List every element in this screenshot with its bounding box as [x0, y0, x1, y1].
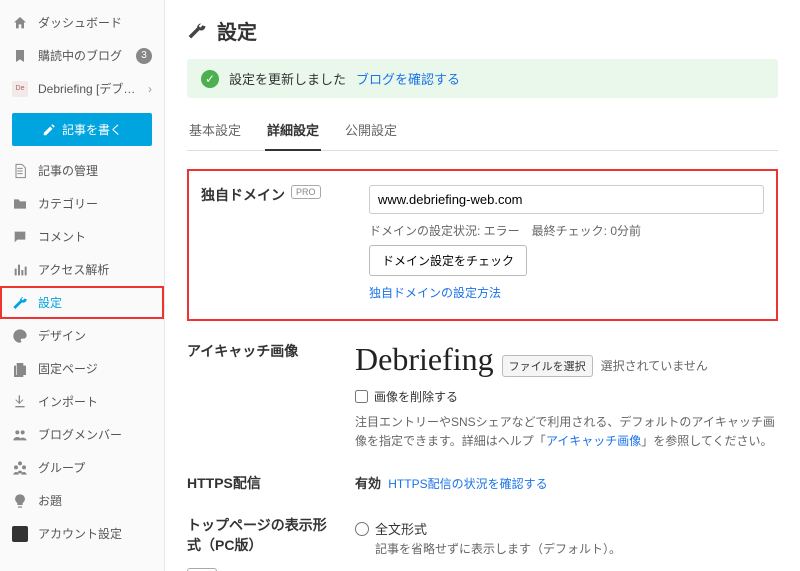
sidebar-item-manage[interactable]: 記事の管理 — [0, 154, 164, 187]
tabs: 基本設定 詳細設定 公開設定 — [187, 112, 778, 151]
wrench-icon — [12, 295, 28, 311]
alert-link[interactable]: ブログを確認する — [356, 69, 460, 88]
bookmark-icon — [12, 48, 28, 64]
lightbulb-icon — [12, 493, 28, 509]
sidebar-label: 購読中のブログ — [38, 47, 126, 64]
edit-icon — [42, 123, 56, 137]
eyecatch-label: アイキャッチ画像 — [187, 341, 298, 361]
sidebar-item-subscribed[interactable]: 購読中のブログ 3 — [0, 39, 164, 72]
sidebar-label: カテゴリー — [38, 195, 152, 212]
domain-section: 独自ドメイン PRO ドメインの設定状況: エラー 最終チェック: 0分前 ドメ… — [187, 169, 778, 321]
eyecatch-preview: Debriefing — [355, 341, 494, 378]
alert-text: 設定を更新しました — [229, 69, 346, 88]
sidebar-label: Debriefing [デブリ... — [38, 80, 138, 97]
blog-icon: De — [12, 81, 28, 97]
sidebar-label: インポート — [38, 393, 152, 410]
eyecatch-help-link[interactable]: アイキャッチ画像 — [546, 434, 641, 448]
sidebar-label: お題 — [38, 492, 152, 509]
tab-basic[interactable]: 基本設定 — [187, 112, 243, 150]
top-format-label: トップページの表示形式（PC版） — [187, 515, 337, 555]
page-title: 設定 — [217, 16, 257, 45]
folder-icon — [12, 196, 28, 212]
sidebar-label: ダッシュボード — [38, 14, 152, 31]
sidebar-item-account[interactable]: アカウント設定 — [0, 517, 164, 550]
count-badge: 3 — [136, 48, 152, 64]
https-status-link[interactable]: HTTPS配信の状況を確認する — [388, 477, 547, 491]
sidebar-item-category[interactable]: カテゴリー — [0, 187, 164, 220]
sidebar-item-group[interactable]: グループ — [0, 451, 164, 484]
sidebar-item-fixed-page[interactable]: 固定ページ — [0, 352, 164, 385]
radio-full-label: 全文形式 — [375, 519, 427, 538]
members-icon — [12, 427, 28, 443]
domain-status: ドメインの設定状況: エラー 最終チェック: 0分前 — [369, 222, 764, 239]
sidebar-item-blog[interactable]: De Debriefing [デブリ... › — [0, 72, 164, 105]
group-icon — [12, 460, 28, 476]
sidebar-item-analytics[interactable]: アクセス解析 — [0, 253, 164, 286]
sidebar-item-design[interactable]: デザイン — [0, 319, 164, 352]
no-file-text: 選択されていません — [601, 357, 708, 374]
chart-icon — [12, 262, 28, 278]
domain-check-button[interactable]: ドメイン設定をチェック — [369, 245, 527, 276]
sidebar-label: コメント — [38, 228, 152, 245]
check-icon: ✓ — [201, 70, 219, 88]
domain-label: 独自ドメイン — [201, 185, 285, 205]
sidebar-item-dashboard[interactable]: ダッシュボード — [0, 6, 164, 39]
write-label: 記事を書く — [62, 121, 122, 138]
sidebar-item-settings[interactable]: 設定 — [0, 286, 164, 319]
domain-input[interactable] — [369, 185, 764, 214]
sidebar-item-odai[interactable]: お題 — [0, 484, 164, 517]
tab-publish[interactable]: 公開設定 — [343, 112, 399, 150]
sidebar-item-members[interactable]: ブログメンバー — [0, 418, 164, 451]
tab-advanced[interactable]: 詳細設定 — [265, 112, 321, 151]
sidebar-label: アクセス解析 — [38, 261, 152, 278]
chevron-right-icon: › — [148, 82, 152, 96]
success-alert: ✓ 設定を更新しました ブログを確認する — [187, 59, 778, 98]
format-full-desc: 記事を省略せずに表示します（デフォルト）。 — [375, 540, 778, 559]
sidebar-label: 設定 — [38, 294, 152, 311]
avatar-icon — [12, 526, 28, 542]
sidebar-label: グループ — [38, 459, 152, 476]
document-icon — [12, 163, 28, 179]
sidebar-label: 記事の管理 — [38, 162, 152, 179]
file-select-button[interactable]: ファイルを選択 — [502, 355, 593, 377]
format-full-radio[interactable]: 全文形式 — [355, 519, 778, 538]
palette-icon — [12, 328, 28, 344]
sidebar-label: ブログメンバー — [38, 426, 152, 443]
pro-badge: PRO — [291, 185, 321, 199]
comment-icon — [12, 229, 28, 245]
home-icon — [12, 15, 28, 31]
eyecatch-desc: 注目エントリーやSNSシェアなどで利用される、デフォルトのアイキャッチ画像を指定… — [355, 413, 778, 451]
domain-help-link[interactable]: 独自ドメインの設定方法 — [369, 286, 501, 300]
sidebar-label: 固定ページ — [38, 360, 152, 377]
delete-label: 画像を削除する — [374, 388, 458, 405]
radio-full[interactable] — [355, 522, 369, 536]
write-post-button[interactable]: 記事を書く — [12, 113, 152, 146]
sidebar-item-comment[interactable]: コメント — [0, 220, 164, 253]
pages-icon — [12, 361, 28, 377]
sidebar-label: アカウント設定 — [38, 525, 152, 542]
https-enabled: 有効 — [355, 476, 381, 491]
sidebar-label: デザイン — [38, 327, 152, 344]
delete-checkbox[interactable] — [355, 390, 368, 403]
wrench-icon — [187, 21, 207, 41]
delete-image-check[interactable]: 画像を削除する — [355, 388, 778, 405]
import-icon — [12, 394, 28, 410]
sidebar-item-import[interactable]: インポート — [0, 385, 164, 418]
https-label: HTTPS配信 — [187, 473, 261, 493]
